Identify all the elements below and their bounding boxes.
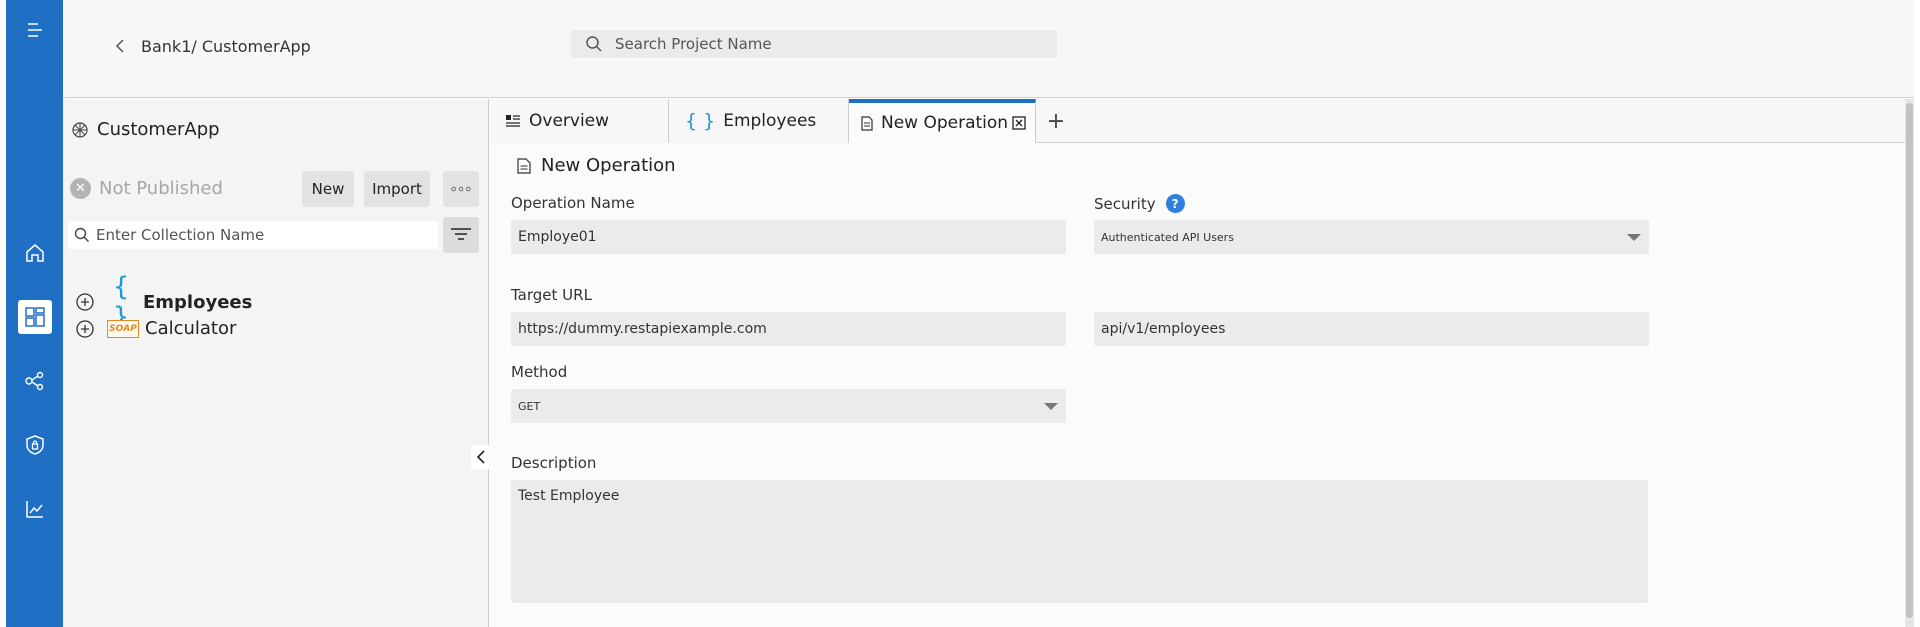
description-label: Description bbox=[511, 454, 597, 472]
top-bar: Bank1/ CustomerApp bbox=[63, 0, 1914, 98]
form-title: New Operation bbox=[517, 155, 676, 176]
import-button[interactable]: Import bbox=[364, 171, 430, 207]
chevron-down-icon bbox=[1044, 403, 1058, 410]
app-title: CustomerApp bbox=[71, 119, 220, 140]
help-icon[interactable]: ? bbox=[1165, 194, 1185, 213]
operation-name-label: Operation Name bbox=[511, 194, 635, 212]
add-tab-button[interactable]: + bbox=[1044, 109, 1068, 134]
chevron-down-icon bbox=[1627, 234, 1641, 241]
tab-label: Overview bbox=[529, 111, 610, 131]
description-textarea[interactable]: Test Employee bbox=[511, 480, 1648, 603]
security-label-text: Security bbox=[1094, 194, 1156, 213]
tab-label: New Operation bbox=[881, 113, 1009, 133]
app-icon bbox=[72, 121, 88, 138]
method-label: Method bbox=[511, 363, 568, 381]
filter-icon bbox=[451, 228, 471, 240]
chevron-left-icon bbox=[476, 450, 485, 464]
dashboard-icon[interactable] bbox=[6, 297, 63, 337]
method-select-value: GET bbox=[518, 399, 541, 413]
expand-icon[interactable] bbox=[75, 319, 95, 339]
tab-label: Employees bbox=[723, 111, 817, 131]
chevron-left-icon[interactable] bbox=[111, 36, 131, 56]
new-button[interactable]: New bbox=[302, 171, 354, 207]
filter-button[interactable] bbox=[443, 217, 479, 253]
collapse-panel-button[interactable] bbox=[471, 445, 491, 469]
more-dots-icon bbox=[451, 186, 471, 192]
breadcrumb-text[interactable]: Bank1/ CustomerApp bbox=[141, 37, 311, 56]
menu-icon[interactable] bbox=[6, 11, 63, 51]
collections-panel: CustomerApp ✕ Not Published New Import {… bbox=[63, 99, 489, 627]
breadcrumb: Bank1/ CustomerApp bbox=[111, 36, 311, 56]
document-icon bbox=[517, 157, 531, 174]
publish-status: ✕ Not Published bbox=[70, 178, 223, 199]
left-nav-rail bbox=[6, 0, 63, 627]
form-title-text: New Operation bbox=[541, 155, 676, 176]
document-icon bbox=[861, 115, 873, 131]
project-search bbox=[571, 30, 1057, 58]
target-url-label: Target URL bbox=[511, 286, 592, 304]
home-icon[interactable] bbox=[6, 233, 63, 273]
security-select[interactable]: Authenticated API Users bbox=[1094, 220, 1649, 254]
more-options-button[interactable] bbox=[443, 171, 479, 207]
collection-filter bbox=[68, 221, 438, 249]
overview-icon bbox=[505, 114, 521, 128]
tab-employees[interactable]: { } Employees bbox=[669, 99, 849, 143]
security-label: Security ? bbox=[1094, 194, 1185, 213]
expand-icon[interactable] bbox=[75, 292, 95, 312]
target-url-field[interactable]: https://dummy.restapiexample.com bbox=[511, 312, 1066, 346]
method-select[interactable]: GET bbox=[511, 389, 1066, 423]
security-shield-icon[interactable] bbox=[6, 425, 63, 465]
scrollbar-thumb[interactable] bbox=[1906, 103, 1913, 618]
analytics-icon[interactable] bbox=[6, 489, 63, 529]
rest-json-icon: { } bbox=[685, 110, 716, 132]
app-name: CustomerApp bbox=[97, 119, 220, 140]
search-icon bbox=[586, 36, 602, 52]
collection-label: Calculator bbox=[145, 318, 237, 339]
not-published-icon: ✕ bbox=[70, 178, 91, 199]
soap-icon: SOAP bbox=[107, 319, 139, 338]
scrollbar[interactable] bbox=[1905, 99, 1914, 627]
close-tab-icon[interactable] bbox=[1012, 116, 1026, 130]
tab-bar: Overview { } Employees New Operation + bbox=[489, 99, 1914, 143]
collection-label: Employees bbox=[143, 291, 253, 313]
tab-new-operation[interactable]: New Operation bbox=[849, 99, 1036, 143]
share-icon[interactable] bbox=[6, 361, 63, 401]
tab-overview[interactable]: Overview bbox=[489, 99, 669, 143]
status-text: Not Published bbox=[99, 178, 223, 199]
operation-form: New Operation Operation Name Employe01 S… bbox=[489, 143, 1905, 627]
path-field[interactable]: api/v1/employees bbox=[1094, 312, 1649, 346]
search-input[interactable] bbox=[615, 35, 1035, 53]
collection-item-calculator[interactable]: SOAP Calculator bbox=[75, 318, 236, 339]
collection-search-input[interactable] bbox=[96, 226, 426, 244]
security-select-value: Authenticated API Users bbox=[1101, 230, 1234, 244]
operation-name-field[interactable]: Employe01 bbox=[511, 220, 1066, 254]
search-icon bbox=[74, 227, 89, 242]
